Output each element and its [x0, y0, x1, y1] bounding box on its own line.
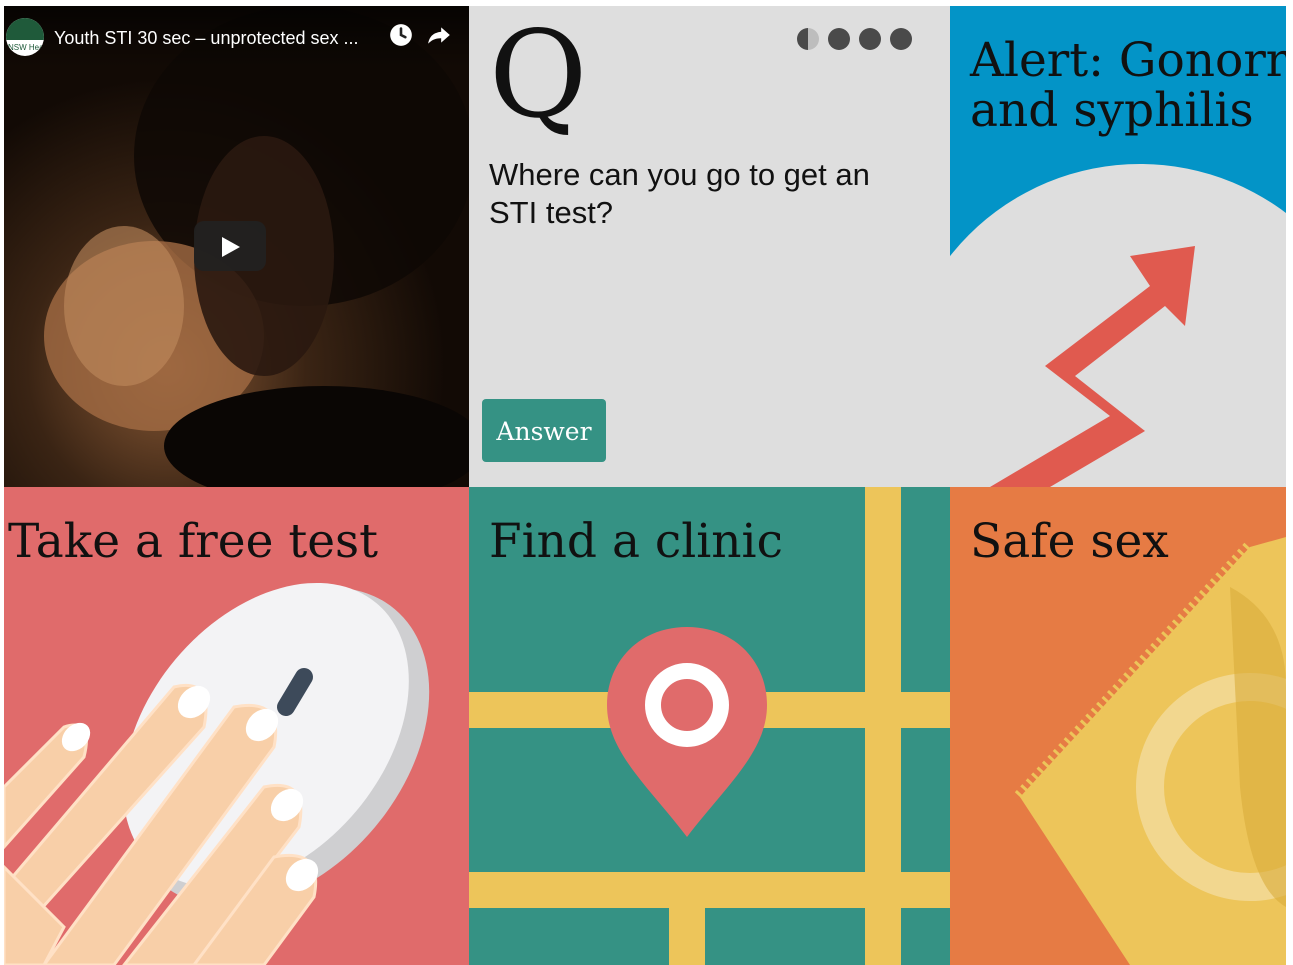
alert-card[interactable]: Alert: Gonorrh and syphilis: [950, 6, 1286, 487]
question-letter: Q: [489, 6, 588, 145]
pager-dot[interactable]: [890, 28, 912, 50]
free-test-title: Take a free test: [8, 514, 379, 569]
safe-sex-card[interactable]: Safe sex: [950, 487, 1286, 965]
find-clinic-card[interactable]: Find a clinic: [469, 487, 950, 965]
quiz-card: Q Where can you go to get an STI test? A…: [469, 6, 950, 487]
free-test-card[interactable]: Take a free test: [4, 487, 469, 965]
play-icon: [222, 237, 240, 257]
pager-dot[interactable]: [859, 28, 881, 50]
pager-dot-current[interactable]: [797, 28, 819, 50]
play-button[interactable]: [194, 221, 266, 271]
answer-button[interactable]: Answer: [482, 399, 606, 462]
pager-dot[interactable]: [828, 28, 850, 50]
alert-title: Alert: Gonorrh and syphilis: [970, 36, 1286, 136]
video-player[interactable]: NSW Health Youth STI 30 sec – unprotecte…: [4, 6, 469, 487]
carousel-pager: [797, 28, 912, 50]
channel-avatar[interactable]: NSW Health: [6, 18, 44, 56]
video-title[interactable]: Youth STI 30 sec – unprotected sex ...: [54, 28, 359, 49]
question-text: Where can you go to get an STI test?: [489, 157, 870, 230]
watch-later-icon[interactable]: [388, 22, 414, 48]
share-icon[interactable]: [426, 22, 452, 48]
safe-sex-title: Safe sex: [970, 514, 1169, 569]
channel-logo-shape: [6, 18, 44, 40]
alert-title-line-1: Alert: Gonorrh: [970, 33, 1286, 88]
find-clinic-title: Find a clinic: [489, 514, 783, 569]
channel-avatar-text: NSW Health: [8, 43, 44, 52]
alert-title-line-2: and syphilis: [970, 83, 1254, 138]
